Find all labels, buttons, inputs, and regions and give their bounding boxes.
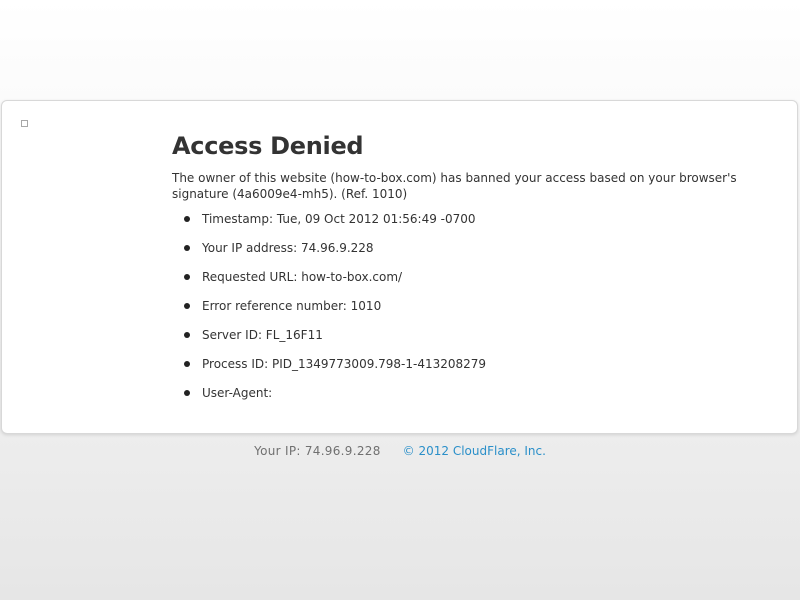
detail-text: Error reference number: 1010	[202, 299, 382, 313]
copyright-link[interactable]: © 2012 CloudFlare, Inc.	[403, 444, 546, 458]
detail-error-reference: Error reference number: 1010	[172, 299, 772, 314]
detail-server-id: Server ID: FL_16F11	[172, 328, 772, 343]
error-content: Access Denied The owner of this website …	[172, 131, 772, 415]
footer: Your IP: 74.96.9.228 © 2012 CloudFlare, I…	[0, 443, 800, 459]
detail-text: Requested URL: how-to-box.com/	[202, 270, 403, 284]
detail-text: Your IP address: 74.96.9.228	[202, 241, 374, 255]
detail-ip-address: Your IP address: 74.96.9.228	[172, 241, 772, 256]
detail-timestamp: Timestamp: Tue, 09 Oct 2012 01:56:49 -07…	[172, 212, 772, 227]
detail-text: Server ID: FL_16F11	[202, 328, 323, 342]
detail-process-id: Process ID: PID_1349773009.798-1-4132082…	[172, 357, 772, 372]
error-card: Access Denied The owner of this website …	[1, 100, 798, 434]
detail-requested-url: Requested URL: how-to-box.com/	[172, 270, 772, 285]
bullet-icon	[184, 303, 190, 309]
bullet-icon	[184, 332, 190, 338]
bullet-icon	[184, 216, 190, 222]
detail-text: Process ID: PID_1349773009.798-1-4132082…	[202, 357, 487, 371]
bullet-icon	[184, 390, 190, 396]
page-title: Access Denied	[172, 132, 364, 160]
broken-image-icon	[21, 120, 28, 127]
footer-ip: Your IP: 74.96.9.228	[254, 444, 381, 458]
detail-text: Timestamp: Tue, 09 Oct 2012 01:56:49 -07…	[202, 212, 476, 226]
bullet-icon	[184, 245, 190, 251]
error-message: The owner of this website (how-to-box.co…	[172, 171, 737, 201]
detail-user-agent: User-Agent:	[172, 386, 772, 401]
error-details-list: Timestamp: Tue, 09 Oct 2012 01:56:49 -07…	[172, 212, 772, 401]
detail-text: User-Agent:	[202, 386, 273, 400]
bullet-icon	[184, 274, 190, 280]
bullet-icon	[184, 361, 190, 367]
